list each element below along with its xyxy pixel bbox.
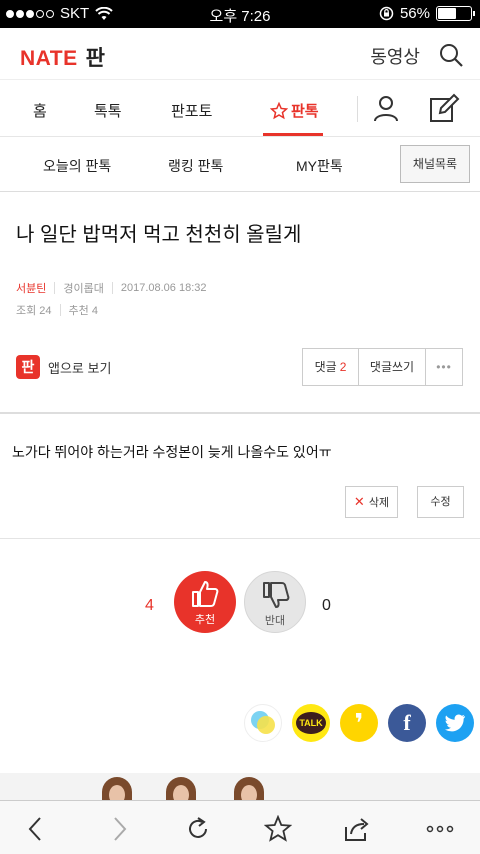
kakaotalk-icon: TALK	[296, 712, 326, 734]
meta-divider	[54, 282, 56, 294]
subtab-my-pantok[interactable]: MY판톡	[296, 156, 343, 176]
battery-percent: 56%	[399, 5, 430, 22]
share-kakaostory-circle-button[interactable]	[244, 704, 282, 742]
write-icon[interactable]	[428, 92, 460, 124]
downvote-count: 0	[322, 597, 331, 614]
star-icon	[270, 101, 288, 119]
thumbs-up-icon	[192, 581, 219, 607]
recommend-count: 추천 4	[68, 305, 98, 317]
ad-banner[interactable]	[0, 773, 480, 803]
main-nav: 홈 톡톡 판포토 판톡	[0, 80, 480, 137]
video-link[interactable]: 동영상	[370, 43, 420, 69]
downvote-button[interactable]: 반대	[244, 571, 306, 633]
meta-divider	[59, 304, 61, 316]
user-icon[interactable]	[372, 94, 400, 122]
thumbs-down-icon	[263, 582, 290, 608]
upvote-label: 추천	[194, 614, 216, 626]
tab-pantok[interactable]: 판톡	[270, 100, 319, 121]
article-stats: 조회 24 추천 4	[16, 302, 98, 318]
comment-count: 2	[339, 360, 347, 374]
author-name[interactable]: 서뷴틴	[16, 280, 46, 296]
browser-toolbar	[0, 800, 480, 854]
view-count: 조회 24	[16, 305, 52, 317]
bookmark-star-icon[interactable]	[264, 815, 292, 843]
sub-nav: 오늘의 판톡 랭킹 판톡 MY판톡 채널목록	[0, 137, 480, 192]
section-divider	[0, 538, 480, 539]
article-title: 나 일단 밥먹저 먹고 천천히 올릴게	[16, 224, 302, 246]
meta-divider	[111, 282, 113, 294]
share-buttons: TALK ❜ f	[244, 704, 474, 742]
tab-pantok-label: 판톡	[291, 103, 319, 120]
story-bubble-icon	[251, 711, 275, 734]
more-options-button[interactable]: •••	[426, 349, 462, 385]
share-kakaotalk-button[interactable]: TALK	[292, 704, 330, 742]
post-date: 2017.08.06 18:32	[120, 282, 207, 294]
edit-button[interactable]: 수정	[417, 486, 464, 518]
pann-app-icon: 판	[16, 355, 40, 379]
forward-icon[interactable]	[105, 815, 133, 843]
write-comment-button[interactable]: 댓글쓰기	[359, 349, 426, 385]
share-twitter-button[interactable]	[436, 704, 474, 742]
battery-icon	[436, 6, 475, 21]
status-right: 56%	[379, 5, 475, 22]
article-meta: 서뷴틴 경이롭대 2017.08.06 18:32	[16, 280, 207, 296]
status-bar: SKT 오후 7:26 56%	[0, 0, 480, 28]
upvote-button[interactable]: 추천	[174, 571, 236, 633]
close-icon: ✕	[353, 494, 365, 509]
comments-button[interactable]: 댓글 2	[303, 349, 359, 385]
delete-button[interactable]: ✕ 삭제	[345, 486, 398, 518]
delete-label: 삭제	[368, 497, 390, 509]
app-header: NATE 판 동영상	[0, 28, 480, 80]
open-in-app-link[interactable]: 판 앱으로 보기	[16, 355, 111, 379]
more-icon[interactable]	[426, 815, 454, 843]
twitter-bird-icon	[444, 714, 466, 732]
rotation-lock-icon	[379, 6, 394, 21]
downvote-label: 반대	[264, 615, 286, 627]
section-divider	[0, 412, 480, 414]
tab-home[interactable]: 홈	[33, 100, 47, 121]
kakaostory-icon: ❜	[354, 707, 364, 738]
share-icon[interactable]	[343, 815, 371, 843]
article-body: 노가다 뛰어야 하는거라 수정본이 늦게 나올수도 있어ㅠ	[12, 444, 332, 460]
back-icon[interactable]	[22, 815, 50, 843]
search-icon[interactable]	[438, 42, 464, 68]
active-tab-indicator	[263, 133, 323, 136]
open-in-app-label: 앱으로 보기	[48, 360, 112, 376]
comment-button-group: 댓글 2 댓글쓰기 •••	[302, 348, 463, 386]
reload-icon[interactable]	[184, 815, 212, 843]
share-kakaostory-button[interactable]: ❜	[340, 704, 378, 742]
nate-pann-logo[interactable]: NATE 판	[20, 42, 105, 72]
upvote-count: 4	[145, 597, 154, 614]
tab-toktok[interactable]: 톡톡	[94, 100, 122, 121]
subtab-ranking-pantok[interactable]: 랭킹 판톡	[168, 156, 223, 176]
subtab-today-pantok[interactable]: 오늘의 판톡	[43, 156, 111, 176]
channel-list-button[interactable]: 채널목록	[400, 145, 470, 183]
share-facebook-button[interactable]: f	[388, 704, 426, 742]
channel-name[interactable]: 경이롭대	[63, 280, 103, 296]
facebook-icon: f	[403, 710, 411, 735]
tab-pann-photo[interactable]: 판포토	[171, 100, 212, 121]
nav-divider	[357, 96, 358, 122]
